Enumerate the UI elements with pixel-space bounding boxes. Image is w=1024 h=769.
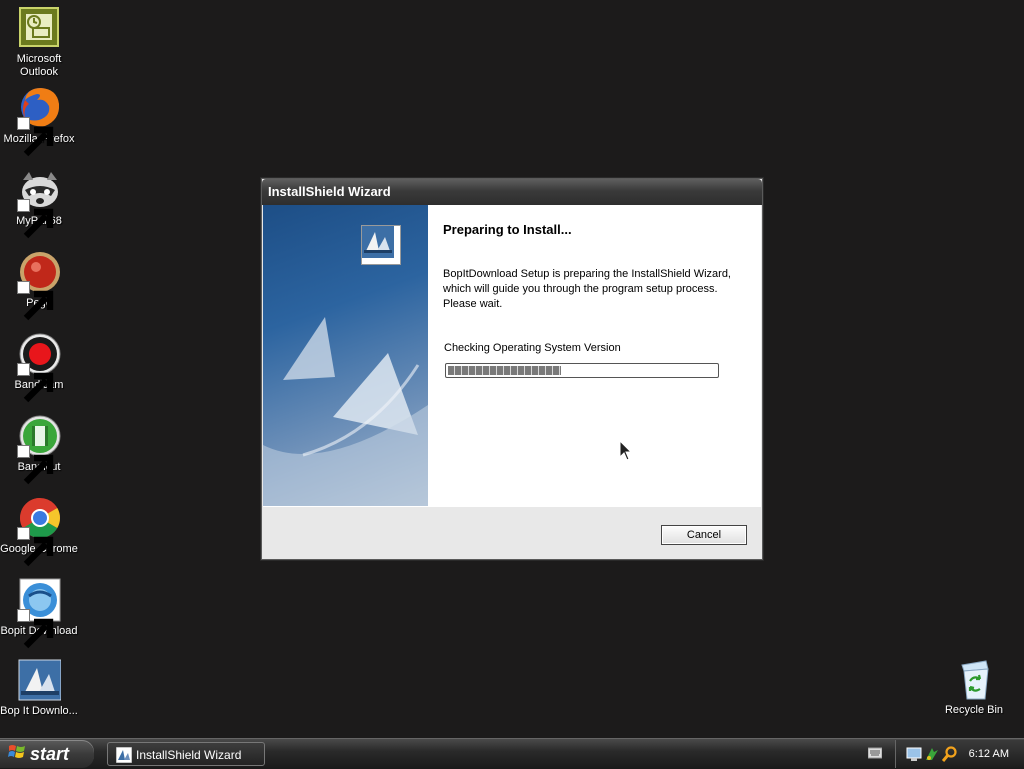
status-text: Checking Operating System Version bbox=[444, 342, 621, 354]
shortcut-arrow-icon bbox=[17, 363, 54, 403]
shortcut-arrow-icon bbox=[17, 609, 54, 649]
wizard-side-banner bbox=[263, 205, 428, 506]
cancel-button[interactable]: Cancel bbox=[661, 525, 747, 545]
desktop-icon-bopit-download[interactable]: Bopit Download bbox=[0, 578, 79, 649]
installshield-logo-icon bbox=[361, 225, 401, 265]
shortcut-arrow-icon bbox=[17, 527, 54, 567]
desktop-icon-chrome[interactable]: Google Chrome bbox=[0, 496, 79, 567]
start-button[interactable]: start bbox=[0, 740, 94, 768]
bopit-download-icon bbox=[17, 578, 61, 649]
desktop-icon-mypal[interactable]: MyPal 68 bbox=[0, 168, 79, 239]
keyboard-icon[interactable] bbox=[868, 747, 882, 759]
dialog-body: Preparing to Install... BopItDownload Se… bbox=[263, 205, 761, 507]
mypal-icon bbox=[17, 168, 61, 239]
desktop-icon-label: Recycle Bin bbox=[944, 704, 1004, 716]
desktop-icon-recycle-bin[interactable]: Recycle Bin bbox=[934, 657, 1014, 717]
taskbar-item-label: InstallShield Wizard bbox=[136, 748, 242, 762]
shortcut-arrow-icon bbox=[17, 281, 54, 321]
install-progress-bar bbox=[445, 363, 719, 378]
dialog-footer: Cancel bbox=[263, 507, 761, 559]
desktop-icon-firefox[interactable]: Mozilla Firefox bbox=[0, 86, 79, 157]
desktop-icon-outlook[interactable]: Microsoft Outlook bbox=[0, 6, 79, 79]
taskbar-item-installshield[interactable]: InstallShield Wizard bbox=[107, 742, 265, 766]
installshield-dialog: InstallShield Wizard Preparing to Instal… bbox=[261, 178, 763, 560]
desktop-icon-bandicut[interactable]: Bandicut bbox=[0, 414, 79, 485]
taskbar: start InstallShield Wizard 6:12 AM bbox=[0, 738, 1024, 769]
windows-flag-icon bbox=[8, 741, 26, 769]
chrome-icon bbox=[17, 496, 61, 567]
desktop-icon-pego[interactable]: Pego bbox=[0, 250, 79, 321]
pego-icon bbox=[17, 250, 61, 321]
dialog-title[interactable]: InstallShield Wizard bbox=[262, 179, 762, 205]
network-icon[interactable] bbox=[906, 746, 922, 762]
shortcut-arrow-icon bbox=[17, 445, 54, 485]
bandicam-icon bbox=[17, 332, 61, 403]
desktop-icon-bandicam[interactable]: Bandicam bbox=[0, 332, 79, 403]
bandicut-icon bbox=[17, 414, 61, 485]
system-tray: 6:12 AM bbox=[895, 740, 1024, 768]
installshield-icon bbox=[116, 747, 132, 763]
desktop-icon-bopit-installer[interactable]: Bop It Downlo... bbox=[0, 658, 79, 718]
safely-remove-hardware-icon[interactable] bbox=[924, 746, 940, 762]
progress-fill bbox=[448, 366, 561, 375]
shortcut-arrow-icon bbox=[17, 199, 54, 239]
search-icon[interactable] bbox=[942, 746, 958, 762]
shortcut-arrow-icon bbox=[17, 117, 54, 157]
start-label: start bbox=[30, 744, 70, 764]
mouse-cursor-icon bbox=[619, 440, 633, 461]
sail-graphic bbox=[263, 317, 428, 506]
desktop-icon-label: Microsoft Outlook bbox=[16, 53, 62, 78]
clock[interactable]: 6:12 AM bbox=[969, 740, 1009, 768]
installshield-icon bbox=[17, 658, 61, 702]
firefox-icon bbox=[17, 86, 61, 157]
desktop-icon-label: Bop It Downlo... bbox=[0, 705, 78, 717]
recycle-bin-icon bbox=[952, 657, 996, 701]
page-heading: Preparing to Install... bbox=[443, 222, 572, 237]
page-description: BopItDownload Setup is preparing the Ins… bbox=[443, 268, 731, 310]
outlook-icon bbox=[17, 6, 61, 50]
